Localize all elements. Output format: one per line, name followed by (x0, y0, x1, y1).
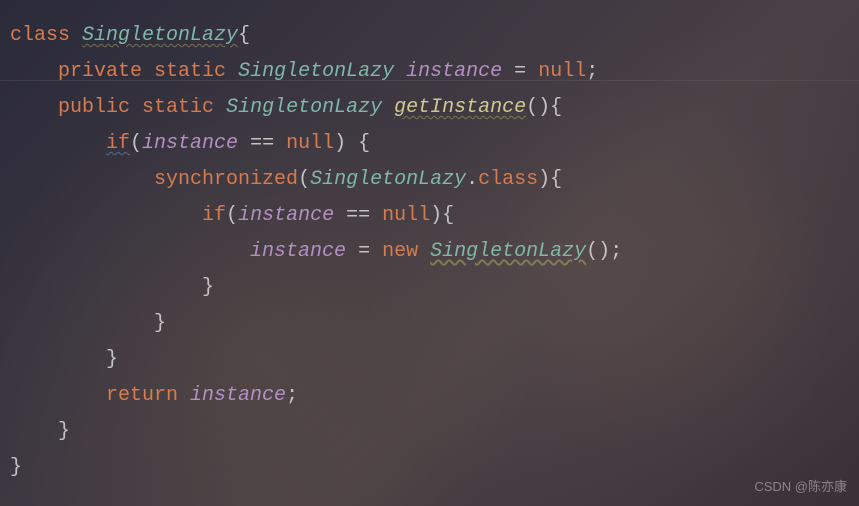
brace: { (358, 132, 370, 155)
operator: = (358, 240, 370, 263)
paren-close: ) (334, 132, 346, 155)
brace: { (238, 24, 250, 47)
keyword-static: static (154, 60, 226, 83)
semicolon: ; (286, 384, 298, 407)
operator: = (514, 60, 526, 83)
dot: . (466, 168, 478, 191)
watermark-text: CSDN @陈亦康 (754, 475, 847, 498)
keyword-new: new (382, 240, 418, 263)
code-line: private static SingletonLazy instance = … (10, 54, 849, 90)
keyword-private: private (58, 60, 142, 83)
keyword-static: static (142, 96, 214, 119)
type-name: SingletonLazy (82, 24, 238, 47)
keyword-if: if (202, 204, 226, 227)
code-line: return instance; (10, 378, 849, 414)
field-name: instance (250, 240, 346, 263)
method-name: getInstance (394, 96, 526, 119)
paren-close: ) (430, 204, 442, 227)
parentheses: () (586, 240, 610, 263)
paren-open: ( (226, 204, 238, 227)
field-name: instance (190, 384, 286, 407)
brace-close: } (154, 312, 166, 335)
brace-close: } (202, 276, 214, 299)
field-name: instance (406, 60, 502, 83)
semicolon: ; (610, 240, 622, 263)
code-line: } (10, 450, 849, 486)
type-name: SingletonLazy (226, 96, 382, 119)
code-line: } (10, 306, 849, 342)
code-line: } (10, 270, 849, 306)
keyword-class: class (478, 168, 538, 191)
code-line: public static SingletonLazy getInstance(… (10, 90, 849, 126)
brace-close: } (106, 348, 118, 371)
code-line: if(instance == null) { (10, 126, 849, 162)
paren-open: ( (130, 132, 142, 155)
parentheses: () (526, 96, 550, 119)
keyword-null: null (286, 132, 334, 155)
brace: { (550, 96, 562, 119)
operator: == (250, 132, 274, 155)
keyword-null: null (382, 204, 430, 227)
constructor-name: SingletonLazy (430, 240, 586, 263)
keyword-synchronized: synchronized (154, 168, 298, 191)
code-line: class SingletonLazy{ (10, 18, 849, 54)
brace-close: } (10, 456, 22, 479)
keyword-if: if (106, 132, 130, 155)
keyword-null: null (538, 60, 586, 83)
operator: == (346, 204, 370, 227)
semicolon: ; (586, 60, 598, 83)
field-name: instance (142, 132, 238, 155)
code-line: if(instance == null){ (10, 198, 849, 234)
code-line: } (10, 342, 849, 378)
field-name: instance (238, 204, 334, 227)
keyword-return: return (106, 384, 178, 407)
keyword-class: class (10, 24, 70, 47)
paren-open: ( (298, 168, 310, 191)
keyword-public: public (58, 96, 130, 119)
code-editor: class SingletonLazy{ private static Sing… (10, 18, 849, 486)
code-line: instance = new SingletonLazy(); (10, 234, 849, 270)
brace: { (442, 204, 454, 227)
paren-close: ) (538, 168, 550, 191)
brace: { (550, 168, 562, 191)
code-line: synchronized(SingletonLazy.class){ (10, 162, 849, 198)
code-line: } (10, 414, 849, 450)
type-name: SingletonLazy (238, 60, 394, 83)
brace-close: } (58, 420, 70, 443)
type-name: SingletonLazy (310, 168, 466, 191)
